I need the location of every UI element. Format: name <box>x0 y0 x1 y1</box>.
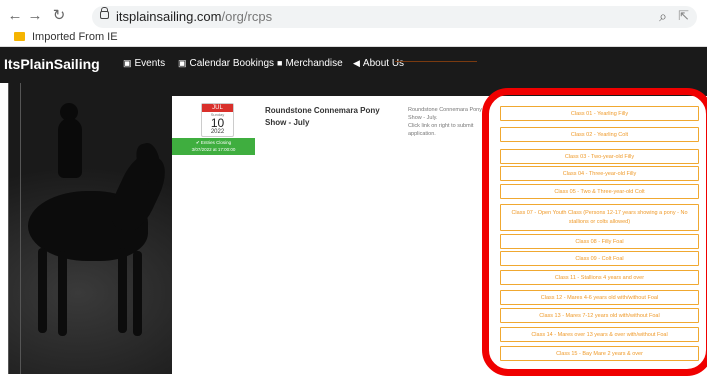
class-button[interactable]: Class 02 - Yearling Colt <box>500 127 699 142</box>
class-button[interactable]: Class 01 - Yearling Filly <box>500 106 699 121</box>
calendar-icon: ▣ <box>123 58 132 68</box>
url-text: itsplainsailing.com/org/rcps <box>116 9 273 24</box>
bookmark-imported-from-ie[interactable]: Imported From IE <box>14 31 118 45</box>
site-brand[interactable]: ItsPlainSailing <box>4 56 100 72</box>
folder-icon <box>14 32 25 41</box>
class-button[interactable]: Class 09 - Colt Foal <box>500 251 699 266</box>
event-desc-instructions: Click link on right to submit applicatio… <box>408 123 474 137</box>
class-button[interactable]: Class 12 - Mares 4-6 years old with/with… <box>500 290 699 305</box>
cal-month: JUL <box>202 104 233 112</box>
forward-icon[interactable]: → <box>26 7 44 25</box>
entries-closing-badge: ✔ Entries Closing 3/07/2022 at 17:00:00 <box>172 138 255 155</box>
nav-calendar-bookings[interactable]: ▣ Calendar Bookings <box>178 58 274 69</box>
nav-events[interactable]: ▣ Events <box>123 58 165 69</box>
class-button[interactable]: Class 05 - Two & Three-year-old Colt <box>500 184 699 199</box>
closing-time: 3/07/2022 at 17:00:00 <box>191 147 236 152</box>
share-icon[interactable]: ⇱ <box>678 8 689 24</box>
event-description: Roundstone Connemara Pony Show - July. C… <box>408 106 492 138</box>
cal-day: 10 <box>210 116 225 130</box>
lock-icon <box>100 7 109 19</box>
megaphone-icon: ◀ <box>353 58 360 68</box>
browser-chrome: ← → ↻ itsplainsailing.com/org/rcps ⌕ ⇱ I… <box>0 0 707 47</box>
class-button[interactable]: Class 11 - Stallions 4 years and over <box>500 270 699 285</box>
nav-merchandise[interactable]: ■ Merchandise <box>277 58 343 69</box>
zoom-icon[interactable]: ⌕ <box>659 8 667 25</box>
class-button[interactable]: Class 07 - Open Youth Class (Persons 12-… <box>500 204 699 231</box>
calendar-icon: ▣ <box>178 58 187 68</box>
nav-about-us[interactable]: ◀ About Us <box>353 58 404 69</box>
back-icon[interactable]: ← <box>6 7 24 25</box>
class-button[interactable]: Class 13 - Mares 7-12 years old with/wit… <box>500 308 699 323</box>
site-navbar: ItsPlainSailing ▣ Events ▣ Calendar Bookin… <box>0 47 707 83</box>
class-button[interactable]: Class 04 - Three-year-old Filly <box>500 166 699 181</box>
closing-label: Entries Closing <box>200 140 232 145</box>
nav-divider <box>395 61 477 62</box>
class-button[interactable]: Class 08 - Filly Foal <box>500 234 699 249</box>
event-desc-line: Roundstone Connemara Pony Show - July. <box>408 107 482 121</box>
cal-year: 2022 <box>210 129 225 135</box>
address-bar[interactable]: itsplainsailing.com/org/rcps ⌕ ⇱ <box>92 6 697 28</box>
reload-icon[interactable]: ↻ <box>50 7 68 25</box>
class-button[interactable]: Class 03 - Two-year-old Filly <box>500 149 699 164</box>
calendar-date-badge: JUL Sunday 10 2022 <box>201 103 234 137</box>
event-title[interactable]: Roundstone Connemara Pony Show - July <box>265 105 393 129</box>
class-button[interactable]: Class 14 - Mares over 13 years & over wi… <box>500 327 699 342</box>
class-button[interactable]: Class 15 - Bay Mare 2 years & over <box>500 346 699 361</box>
shop-icon: ■ <box>277 58 283 68</box>
